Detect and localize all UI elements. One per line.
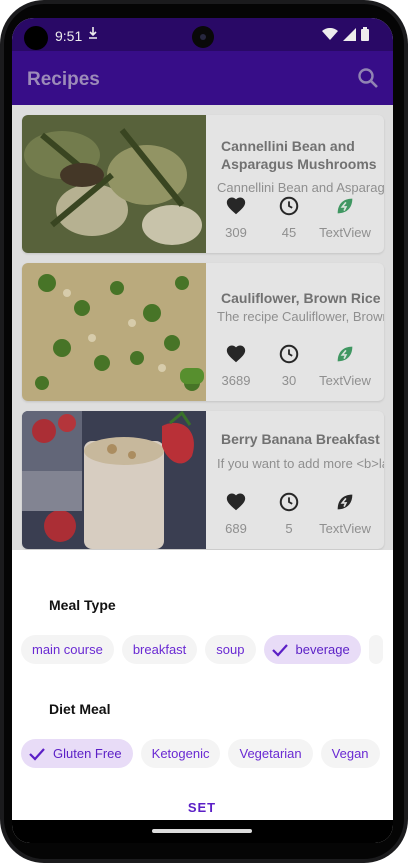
chip-label: breakfast	[132, 642, 187, 657]
home-handle[interactable]	[152, 829, 252, 833]
filter-bottom-sheet: Meal Type main course breakfast soup bev…	[12, 550, 393, 820]
chip-vegetarian[interactable]: Vegetarian	[228, 739, 313, 768]
chip-breakfast[interactable]: breakfast	[121, 635, 198, 664]
gesture-nav-bar	[12, 820, 393, 843]
dialog-scrim[interactable]	[12, 18, 393, 555]
chip-main-course[interactable]: main course	[21, 635, 114, 664]
chip-ketogenic[interactable]: Ketogenic	[140, 739, 221, 768]
chip-gluten-free[interactable]: Gluten Free	[21, 739, 133, 768]
chip-label: Vegan	[331, 746, 369, 761]
chip-label: Gluten Free	[53, 746, 122, 761]
phone-screen: 9:51 Recipes Cannellini Bean and Asparag…	[12, 18, 393, 843]
chip-label: soup	[216, 642, 245, 657]
check-icon	[29, 747, 45, 761]
chip-vegan[interactable]: Vegan	[320, 739, 380, 768]
set-button[interactable]: SET	[172, 800, 232, 815]
chip-label: Ketogenic	[151, 746, 210, 761]
chip-overflow[interactable]	[368, 635, 383, 664]
diet-title: Diet Meal	[49, 701, 111, 717]
check-icon	[271, 643, 288, 657]
chip-label: Vegetarian	[239, 746, 302, 761]
chip-beverage[interactable]: beverage	[263, 635, 361, 664]
chip-label: main course	[32, 642, 103, 657]
diet-chip-group: Gluten Free Ketogenic Vegetarian Vegan	[21, 739, 380, 768]
meal-type-chip-group: main course breakfast soup beverage	[21, 635, 383, 664]
meal-type-title: Meal Type	[49, 597, 116, 613]
chip-label: beverage	[295, 642, 350, 657]
chip-soup[interactable]: soup	[205, 635, 256, 664]
